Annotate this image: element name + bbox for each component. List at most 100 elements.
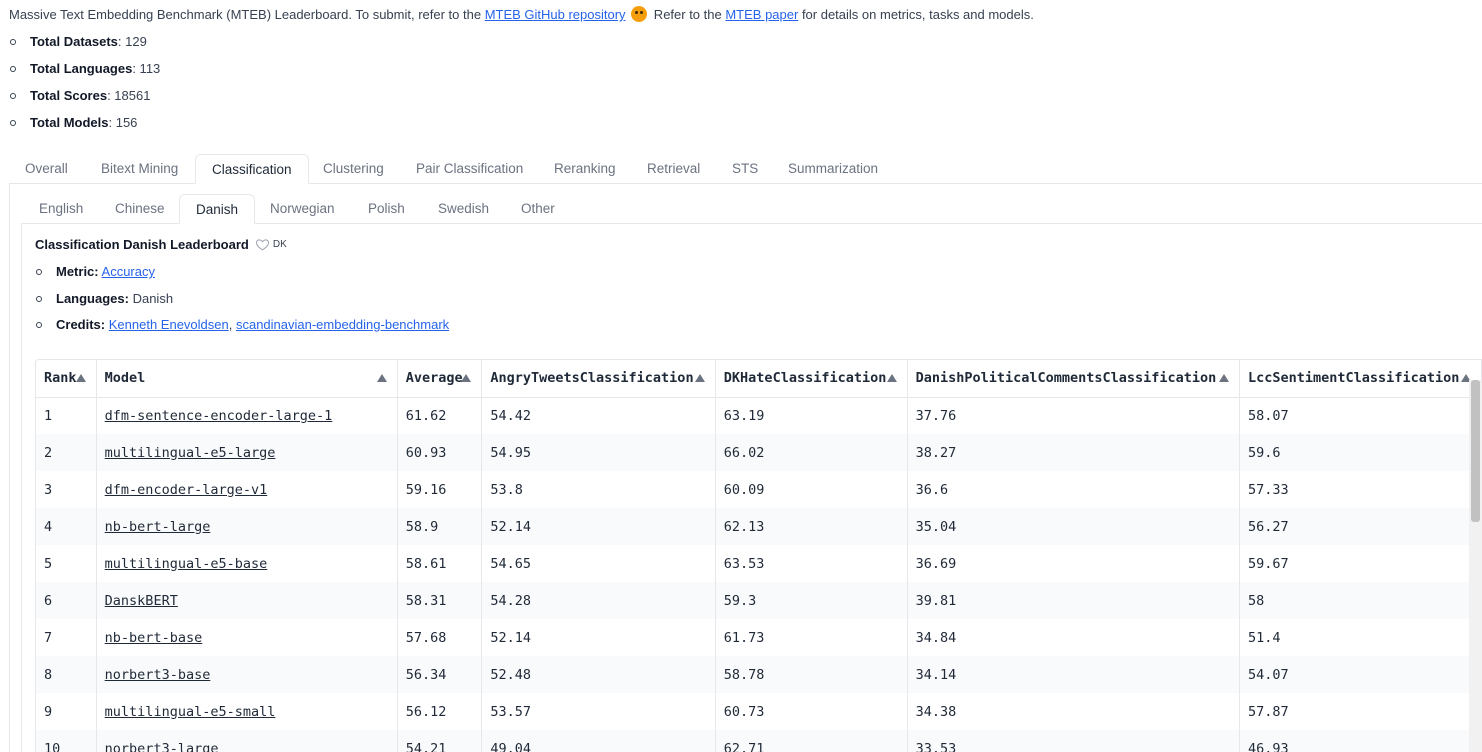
tab-bitext-mining[interactable]: Bitext Mining (85, 154, 194, 184)
table-cell: 56.27 (1239, 508, 1482, 545)
column-header-lccsentiment[interactable]: LccSentimentClassification (1239, 360, 1482, 398)
model-cell: norbert3-large (96, 730, 398, 752)
credits-item: Credits: Kenneth Enevoldsen, scandinavia… (35, 317, 449, 344)
table-cell: 57.33 (1239, 471, 1482, 508)
leaderboard-title: Classification Danish Leaderboard DK (35, 237, 287, 252)
tab-classification[interactable]: Classification (195, 154, 309, 184)
model-link[interactable]: nb-bert-base (105, 630, 203, 646)
table-cell: 54.21 (397, 730, 483, 752)
table-cell: 9 (36, 693, 97, 730)
model-cell: nb-bert-base (96, 619, 398, 656)
table-header-row: Rank Model Average AngryTweetsClassifica… (36, 360, 1482, 398)
table-cell: 51.4 (1239, 619, 1482, 656)
tab-chinese[interactable]: Chinese (99, 194, 181, 224)
table-cell: 58.31 (397, 582, 483, 619)
sort-icon[interactable] (376, 374, 387, 382)
table-cell: 66.02 (715, 434, 908, 471)
tab-english[interactable]: English (23, 194, 99, 224)
table-cell: 46.93 (1239, 730, 1482, 752)
table-row: 5 multilingual-e5-base 58.61 54.65 63.53 36.6… (36, 545, 1482, 582)
table-cell: 61.62 (397, 397, 483, 434)
intro-text: Massive Text Embedding Benchmark (MTEB) … (9, 6, 1034, 22)
table-cell: 60.73 (715, 693, 908, 730)
column-header-angrytweets[interactable]: AngryTweetsClassification (481, 360, 716, 398)
model-cell: norbert3-base (96, 656, 398, 693)
table-cell: 39.81 (907, 582, 1241, 619)
column-header-danishpolitical[interactable]: DanishPoliticalCommentsClassification (907, 360, 1241, 398)
tab-overall[interactable]: Overall (9, 154, 84, 184)
leaderboard-table-container[interactable]: Rank Model Average AngryTweetsClassifica… (35, 359, 1482, 752)
model-link[interactable]: norbert3-large (105, 741, 219, 752)
tab-retrieval[interactable]: Retrieval (631, 154, 716, 184)
sort-icon[interactable] (694, 374, 705, 382)
tab-reranking[interactable]: Reranking (538, 154, 632, 184)
table-cell: 56.12 (397, 693, 483, 730)
table-cell: 54.28 (481, 582, 716, 619)
credits-link-benchmark[interactable]: scandinavian-embedding-benchmark (236, 317, 449, 332)
bullet-icon (10, 120, 16, 126)
hugging-face-emoji-icon (631, 6, 648, 22)
tab-swedish[interactable]: Swedish (422, 194, 505, 224)
column-header-model[interactable]: Model (96, 360, 398, 398)
sort-icon[interactable] (1219, 374, 1230, 382)
intro-text-before: Massive Text Embedding Benchmark (MTEB) … (9, 7, 485, 22)
flag-label: DK (272, 239, 287, 250)
model-link[interactable]: nb-bert-large (105, 519, 211, 535)
paper-link[interactable]: MTEB paper (725, 7, 798, 22)
table-scrollbar[interactable] (1469, 380, 1482, 752)
main-tab-bar: Overall Bitext Mining Classification Clu… (9, 154, 1482, 184)
tab-sts[interactable]: STS (716, 154, 774, 184)
sort-icon[interactable] (75, 374, 86, 382)
table-cell: 60.93 (397, 434, 483, 471)
leaderboard-info: Metric: Accuracy Languages: Danish Credi… (35, 264, 449, 344)
column-header-rank[interactable]: Rank (36, 360, 97, 398)
table-row: 3 dfm-encoder-large-v1 59.16 53.8 60.09 36.6 5… (36, 471, 1482, 508)
model-link[interactable]: multilingual-e5-large (105, 445, 276, 461)
intro-text-middle: Refer to the (650, 7, 726, 22)
table-cell: 58.61 (397, 545, 483, 582)
model-link[interactable]: dfm-sentence-encoder-large-1 (105, 408, 333, 424)
scrollbar-thumb[interactable] (1471, 380, 1480, 522)
table-cell: 37.76 (907, 397, 1241, 434)
leaderboard-table: Rank Model Average AngryTweetsClassifica… (36, 360, 1482, 752)
bullet-icon (10, 66, 16, 72)
metric-item: Metric: Accuracy (35, 264, 449, 291)
github-link[interactable]: MTEB GitHub repository (485, 7, 626, 22)
tab-pair-classification[interactable]: Pair Classification (400, 154, 539, 184)
table-row: 6 DanskBERT 58.31 54.28 59.3 39.81 58 (36, 582, 1482, 619)
bullet-icon (36, 295, 42, 302)
stat-scores: Total Scores: 18561 (9, 88, 160, 115)
tab-polish[interactable]: Polish (352, 194, 421, 224)
table-cell: 59.16 (397, 471, 483, 508)
table-row: 7 nb-bert-base 57.68 52.14 61.73 34.84 51.4 (36, 619, 1482, 656)
model-link[interactable]: DanskBERT (105, 593, 178, 609)
tab-summarization[interactable]: Summarization (772, 154, 894, 184)
language-tab-bar: English Chinese Danish Norwegian Polish … (21, 194, 1482, 224)
model-link[interactable]: dfm-encoder-large-v1 (105, 482, 268, 498)
tab-danish[interactable]: Danish (179, 194, 256, 224)
table-cell: 52.14 (481, 508, 716, 545)
table-cell: 4 (36, 508, 97, 545)
sort-icon[interactable] (461, 374, 472, 382)
model-link[interactable]: multilingual-e5-small (105, 704, 276, 720)
tab-clustering[interactable]: Clustering (307, 154, 400, 184)
credits-link-author[interactable]: Kenneth Enevoldsen (109, 317, 229, 332)
table-cell: 54.95 (481, 434, 716, 471)
bullet-icon (36, 322, 42, 328)
tab-other[interactable]: Other (505, 194, 571, 224)
column-header-average[interactable]: Average (397, 360, 483, 398)
sort-icon[interactable] (886, 374, 897, 382)
table-cell: 58.9 (397, 508, 483, 545)
model-link[interactable]: multilingual-e5-base (105, 556, 268, 572)
table-row: 4 nb-bert-large 58.9 52.14 62.13 35.04 56.27 (36, 508, 1482, 545)
table-cell: 6 (36, 582, 97, 619)
model-cell: multilingual-e5-base (96, 545, 398, 582)
column-header-dkhate[interactable]: DKHateClassification (715, 360, 908, 398)
table-cell: 53.57 (481, 693, 716, 730)
bullet-icon (10, 39, 16, 45)
tab-norwegian[interactable]: Norwegian (254, 194, 351, 224)
table-cell: 56.34 (397, 656, 483, 693)
metric-link[interactable]: Accuracy (102, 264, 155, 279)
model-link[interactable]: norbert3-base (105, 667, 211, 683)
model-cell: multilingual-e5-large (96, 434, 398, 471)
